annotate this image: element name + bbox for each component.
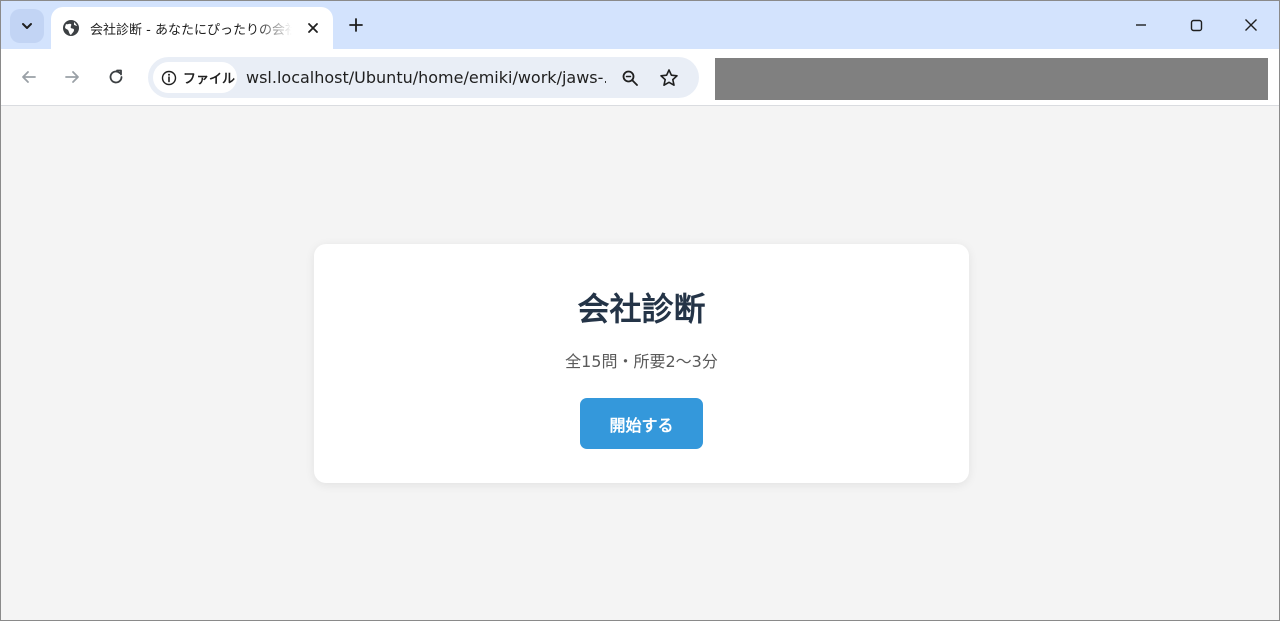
close-icon	[307, 22, 319, 34]
page-title: 会社診断	[577, 290, 706, 328]
magnifier-icon	[621, 69, 639, 87]
plus-icon	[348, 17, 364, 33]
back-button[interactable]	[13, 61, 45, 93]
forward-button[interactable]	[56, 61, 88, 93]
url-text[interactable]: wsl.localhost/Ubuntu/home/emiki/work/jaw…	[246, 67, 606, 89]
star-icon	[659, 68, 679, 88]
close-window-button[interactable]	[1223, 1, 1279, 49]
intro-card: 会社診断 全15問・所要2〜3分 開始する	[314, 244, 969, 483]
info-icon	[161, 70, 177, 86]
page-content: 会社診断 全15問・所要2〜3分 開始する	[1, 106, 1279, 620]
minimize-button[interactable]	[1113, 1, 1169, 49]
tab-title: 会社診断 - あなたにぴったりの会社	[90, 22, 292, 38]
tab-strip: 会社診断 - あなたにぴったりの会社	[1, 1, 1279, 49]
minimize-icon	[1135, 19, 1147, 31]
page-subtitle: 全15問・所要2〜3分	[565, 352, 718, 371]
zoom-button[interactable]	[617, 65, 643, 91]
site-info-label: ファイル	[183, 72, 236, 87]
globe-icon	[62, 19, 80, 37]
maximize-icon	[1190, 19, 1203, 32]
maximize-button[interactable]	[1168, 1, 1224, 49]
chevron-down-icon	[20, 19, 34, 33]
address-bar[interactable]: ファイル wsl.localhost/Ubuntu/home/emiki/wor…	[148, 57, 699, 98]
redacted-region	[715, 58, 1268, 100]
arrow-right-icon	[63, 68, 81, 86]
new-tab-button[interactable]	[343, 12, 369, 38]
browser-window: 会社診断 - あなたにぴったりの会社 ファイル wsl.localhost/Ub…	[0, 0, 1280, 621]
tab-close-button[interactable]	[303, 18, 323, 38]
browser-tab-active[interactable]: 会社診断 - あなたにぴったりの会社	[51, 7, 333, 49]
reload-button[interactable]	[100, 61, 132, 93]
reload-icon	[107, 68, 125, 86]
site-info-chip[interactable]: ファイル	[153, 62, 237, 93]
arrow-left-icon	[20, 68, 38, 86]
bookmark-button[interactable]	[656, 65, 682, 91]
start-button[interactable]: 開始する	[580, 398, 703, 449]
browser-toolbar: ファイル wsl.localhost/Ubuntu/home/emiki/wor…	[1, 49, 1279, 106]
tab-search-button[interactable]	[10, 9, 44, 43]
close-icon	[1244, 18, 1258, 32]
